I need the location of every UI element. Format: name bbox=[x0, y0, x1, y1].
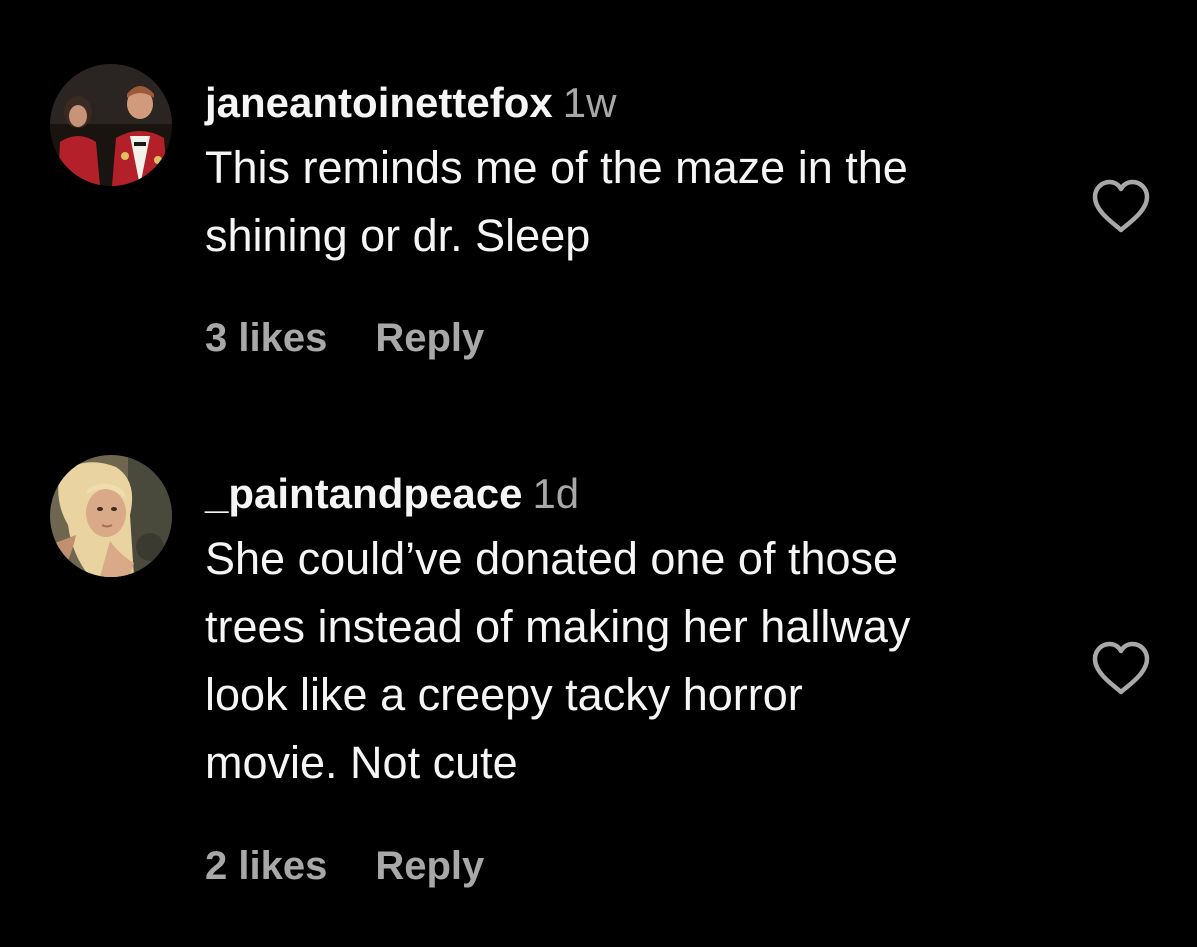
username-link[interactable]: _paintandpeace bbox=[205, 470, 522, 517]
comment-text-line: look like a creepy tacky horror bbox=[205, 669, 803, 720]
likes-count-button[interactable]: 3 likes bbox=[205, 316, 327, 360]
comment-text-line: trees instead of making her hallway bbox=[205, 601, 911, 652]
comment-item: janeantoinettefox 1w This reminds me of t… bbox=[0, 0, 1197, 400]
comment-text: She could’ve donated one of those trees … bbox=[205, 525, 1065, 797]
avatar[interactable] bbox=[50, 64, 172, 186]
heart-outline-icon bbox=[1092, 641, 1150, 695]
comment-text-line: She could’ve donated one of those bbox=[205, 533, 899, 584]
likes-count-button[interactable]: 2 likes bbox=[205, 844, 327, 888]
avatar-photo-icon bbox=[50, 64, 172, 186]
timestamp: 1w bbox=[562, 79, 617, 126]
heart-outline-icon bbox=[1092, 179, 1150, 233]
comment-header: janeantoinettefox 1w bbox=[205, 78, 1065, 128]
comment-header: _paintandpeace 1d bbox=[205, 469, 1065, 519]
reply-button[interactable]: Reply bbox=[375, 844, 484, 888]
comment-text-line: This reminds me of the maze in the bbox=[205, 142, 908, 193]
comment-actions: 2 likes Reply bbox=[205, 842, 484, 890]
comment-text: This reminds me of the maze in the shini… bbox=[205, 134, 1065, 270]
comment-item: _paintandpeace 1d She could’ve donated on… bbox=[0, 400, 1197, 940]
comment-content: _paintandpeace 1d She could’ve donated on… bbox=[205, 469, 1065, 797]
timestamp: 1d bbox=[532, 470, 580, 517]
reply-button[interactable]: Reply bbox=[375, 316, 484, 360]
comment-actions: 3 likes Reply bbox=[205, 314, 484, 362]
comment-text-line: shining or dr. Sleep bbox=[205, 210, 591, 261]
like-button[interactable] bbox=[1090, 640, 1152, 696]
comment-text-line: movie. Not cute bbox=[205, 737, 518, 788]
comment-content: janeantoinettefox 1w This reminds me of t… bbox=[205, 78, 1065, 270]
avatar[interactable] bbox=[50, 455, 172, 577]
username-link[interactable]: janeantoinettefox bbox=[205, 79, 553, 126]
avatar-photo-icon bbox=[50, 455, 172, 577]
like-button[interactable] bbox=[1090, 178, 1152, 234]
